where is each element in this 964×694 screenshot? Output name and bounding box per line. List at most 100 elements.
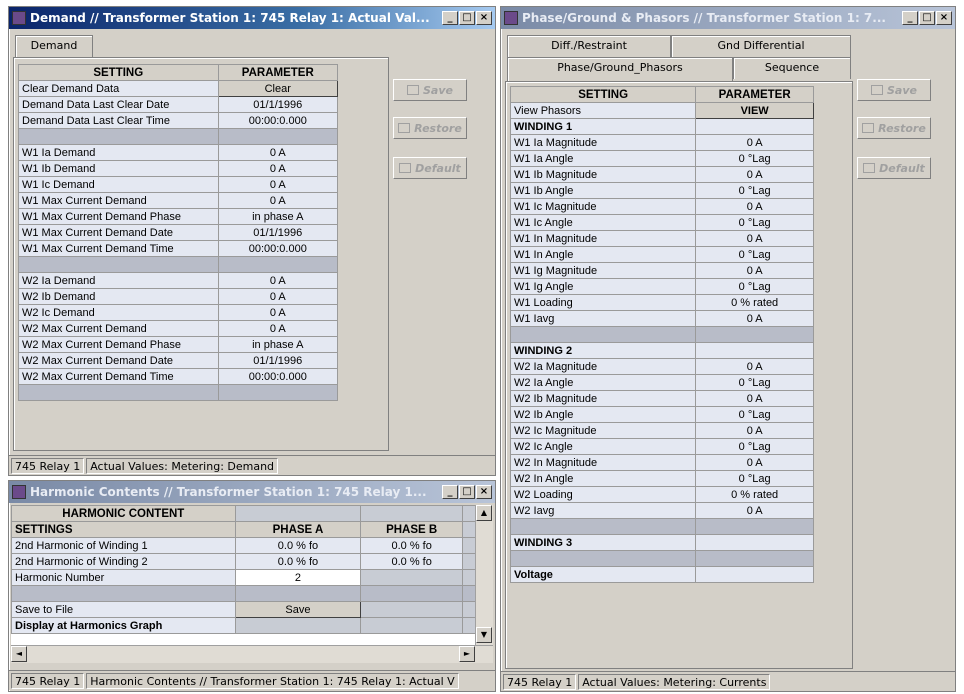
setting-label: W1 In Magnitude	[509, 230, 697, 247]
setting-label: W1 Ic Magnitude	[509, 198, 697, 215]
restore-button[interactable]: Restore	[393, 117, 467, 139]
section-value	[695, 342, 814, 359]
section-row: WINDING 1	[509, 118, 814, 135]
parameter-value: 0 °Lag	[695, 214, 814, 231]
maximize-button[interactable]: □	[459, 11, 475, 25]
parameter-value: 0 A	[217, 288, 339, 305]
table-row: W1 Ic Magnitude 0 A	[509, 198, 814, 215]
save-to-file-label: Save to File	[11, 601, 236, 618]
harmonic-number-label: Harmonic Number	[11, 569, 236, 586]
scroll-up-icon[interactable]: ▲	[476, 505, 492, 521]
scroll-down-icon[interactable]: ▼	[476, 627, 492, 643]
phase-b-value: 0.0 % fo	[360, 553, 464, 570]
parameter-value: 0 °Lag	[695, 470, 814, 487]
tab-demand[interactable]: Demand	[15, 35, 93, 57]
minimize-button[interactable]: _	[442, 11, 458, 25]
close-button[interactable]: ×	[936, 11, 952, 25]
parameter-value: 0 % rated	[695, 294, 814, 311]
table-row: W2 Max Current Demand Phase in phase A	[18, 336, 339, 353]
maximize-button[interactable]: □	[459, 485, 475, 499]
scroll-left-icon[interactable]: ◄	[11, 646, 27, 662]
setting-label: W1 In Angle	[509, 246, 697, 263]
save-to-file-button[interactable]: Save	[234, 601, 362, 618]
parameter-value: 0 A	[695, 358, 814, 375]
parameter-value: 0 A	[217, 320, 339, 337]
setting-label: W2 Ic Demand	[18, 304, 219, 321]
table-row: 2nd Harmonic of Winding 1 0.0 % fo 0.0 %…	[11, 537, 475, 554]
setting-label: W1 Loading	[509, 294, 697, 311]
setting-label: W2 In Magnitude	[509, 454, 697, 471]
status-bar: 745 Relay 1 Actual Values: Metering: Cur…	[501, 671, 955, 691]
parameter-value: 0 A	[695, 422, 814, 439]
harmonic-number-input[interactable]: 2	[234, 569, 362, 586]
tab-diff-restraint[interactable]: Diff./Restraint	[507, 35, 671, 57]
spacer	[217, 384, 339, 401]
harmonic-titlebar[interactable]: Harmonic Contents // Transformer Station…	[9, 481, 495, 503]
table-row: W2 Ic Demand 0 A	[18, 304, 339, 321]
action-button[interactable]: Clear	[217, 80, 339, 97]
vertical-scrollbar[interactable]: ▲ ▼	[475, 505, 493, 645]
close-button[interactable]: ×	[476, 11, 492, 25]
parameter-value: 0 A	[217, 272, 339, 289]
spacer-row	[18, 384, 339, 401]
table-row: W1 Ia Magnitude 0 A	[509, 134, 814, 151]
parameter-value: 0 °Lag	[695, 406, 814, 423]
setting-label: W1 Ic Angle	[509, 214, 697, 231]
phasor-window: Phase/Ground & Phasors // Transformer St…	[500, 6, 956, 692]
minimize-button[interactable]: _	[902, 11, 918, 25]
setting-label: W2 Ib Demand	[18, 288, 219, 305]
table-row	[509, 326, 814, 343]
parameter-value: 0 A	[695, 198, 814, 215]
section-row: WINDING 3	[509, 534, 814, 551]
tab-gnd-differential[interactable]: Gnd Differential	[671, 35, 851, 57]
parameter-header: PARAMETER	[695, 86, 814, 103]
spacer	[509, 518, 697, 535]
setting-label: W2 Max Current Demand Time	[18, 368, 219, 385]
table-row: Demand Data Last Clear Date 01/1/1996	[18, 96, 339, 113]
status-device: 745 Relay 1	[11, 672, 85, 689]
save-button[interactable]: Save	[857, 79, 931, 101]
phase-a-value: 0.0 % fo	[234, 537, 362, 554]
setting-label: W1 Ib Angle	[509, 182, 697, 199]
section-value	[695, 118, 814, 135]
status-device: 745 Relay 1	[503, 673, 577, 690]
tab-phase-ground-phasors[interactable]: Phase/Ground_Phasors	[507, 57, 733, 81]
table-row: W2 Ic Magnitude 0 A	[509, 422, 814, 439]
setting-label: W2 Iavg	[509, 502, 697, 519]
save-button[interactable]: Save	[393, 79, 467, 101]
setting-label: W1 Ic Demand	[18, 176, 219, 193]
default-button[interactable]: Default	[393, 157, 467, 179]
table-row: W2 Max Current Demand Date 01/1/1996	[18, 352, 339, 369]
setting-label: W1 Ig Magnitude	[509, 262, 697, 279]
phasor-panel: SETTING PARAMETER View Phasors VIEW WINDIN…	[505, 81, 853, 669]
app-icon	[12, 485, 26, 499]
table-row: W1 Ib Magnitude 0 A	[509, 166, 814, 183]
setting-label: W2 Ia Magnitude	[509, 358, 697, 375]
spacer	[217, 128, 339, 145]
parameter-value: 0 °Lag	[695, 374, 814, 391]
parameter-value: 0 A	[695, 166, 814, 183]
minimize-button[interactable]: _	[442, 485, 458, 499]
default-button[interactable]: Default	[857, 157, 931, 179]
parameter-value: 0 A	[695, 310, 814, 327]
phasor-titlebar[interactable]: Phase/Ground & Phasors // Transformer St…	[501, 7, 955, 29]
table-row: W1 Max Current Demand Date 01/1/1996	[18, 224, 339, 241]
tab-sequence[interactable]: Sequence	[733, 57, 851, 79]
window-title: Phase/Ground & Phasors // Transformer St…	[522, 11, 886, 25]
close-button[interactable]: ×	[476, 485, 492, 499]
table-row: W1 Ic Demand 0 A	[18, 176, 339, 193]
horizontal-scrollbar[interactable]: ◄ ►	[11, 645, 493, 663]
setting-label: W1 Ia Angle	[509, 150, 697, 167]
table-row	[18, 128, 339, 145]
parameter-value: 0 A	[695, 390, 814, 407]
scroll-right-icon[interactable]: ►	[459, 646, 475, 662]
status-path: Actual Values: Metering: Demand	[86, 457, 279, 474]
table-row: W1 In Magnitude 0 A	[509, 230, 814, 247]
parameter-value: in phase A	[217, 336, 339, 353]
setting-label: Demand Data Last Clear Time	[18, 112, 219, 129]
parameter-value: 0 % rated	[695, 486, 814, 503]
maximize-button[interactable]: □	[919, 11, 935, 25]
action-button[interactable]: VIEW	[695, 102, 814, 119]
demand-titlebar[interactable]: Demand // Transformer Station 1: 745 Rel…	[9, 7, 495, 29]
restore-button[interactable]: Restore	[857, 117, 931, 139]
